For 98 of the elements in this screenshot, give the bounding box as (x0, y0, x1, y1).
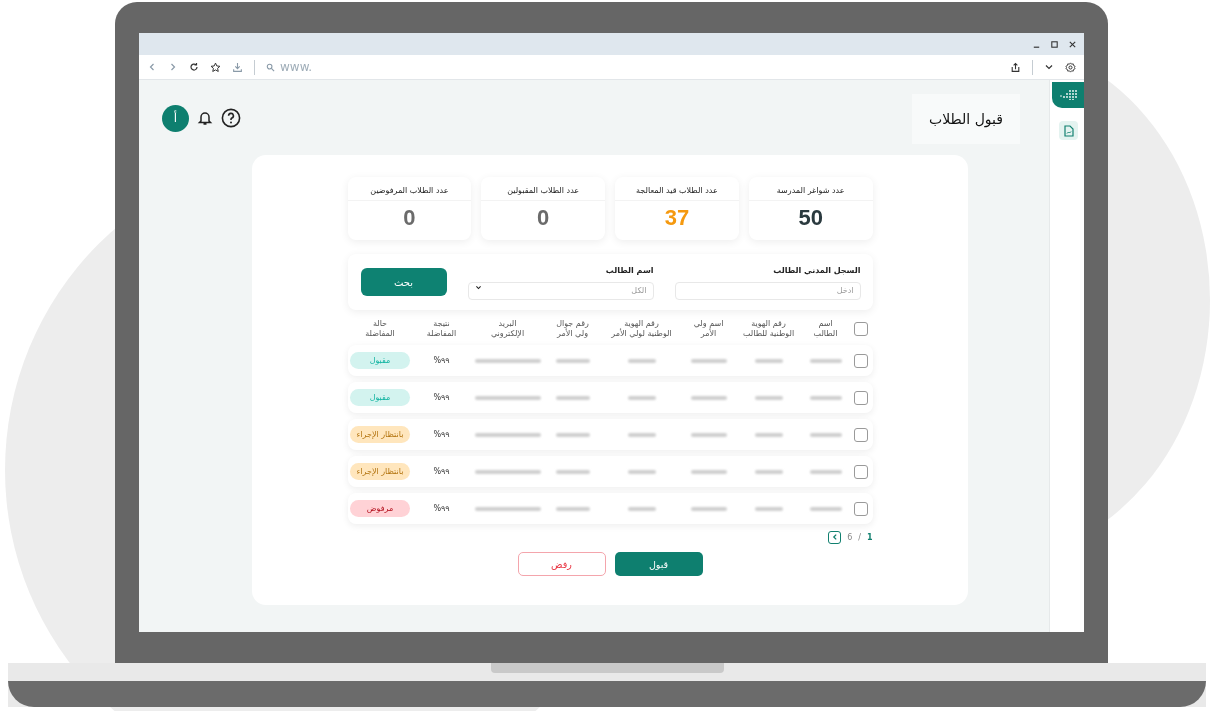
blurred-text (474, 358, 541, 363)
column-header: اسم الطالب (812, 319, 839, 339)
column-header: البريد الإلكتروني (489, 319, 526, 339)
blurred-text (474, 469, 541, 474)
blurred-text (555, 469, 590, 474)
status-badge: مقبول (350, 389, 410, 406)
blurred-text (690, 506, 727, 511)
stat-value: 0 (403, 205, 416, 231)
blurred-text (690, 469, 727, 474)
document-icon (1063, 124, 1074, 137)
blurred-text (809, 506, 842, 511)
dropdown-field[interactable]: الكل (467, 281, 654, 300)
blurred-text (809, 469, 842, 474)
column-header: رقم جوال ولي الأمر (555, 319, 590, 339)
blurred-text (809, 432, 842, 437)
blurred-text (754, 469, 783, 474)
accept-button[interactable]: قبول (614, 552, 703, 576)
table-row[interactable]: ٩٩% مقبول (347, 345, 873, 376)
chevron-left-icon (830, 533, 839, 541)
table-cell-text: ٩٩% (432, 467, 451, 476)
stat-label: عدد الطلاب المرفوضين (347, 177, 472, 201)
stat-label: عدد الطلاب قيد المعالجة (615, 177, 739, 201)
blurred-text (627, 506, 656, 511)
status-badge: بانتظار الإجراء (350, 463, 410, 480)
blurred-text (627, 469, 656, 474)
column-header: حالة المفاضلة (364, 319, 396, 339)
blurred-text (474, 432, 541, 437)
share-icon[interactable] (1010, 61, 1021, 73)
column-header: رقم الهوية الوطنية لولي الأمر (610, 319, 673, 339)
blurred-text (754, 395, 783, 400)
input-field[interactable]: ادخل (674, 281, 861, 300)
blurred-text (690, 395, 727, 400)
blurred-text (555, 432, 590, 437)
checkbox[interactable] (853, 464, 868, 479)
checkbox[interactable] (853, 322, 868, 336)
blurred-text (754, 358, 783, 363)
column-header: اسم ولي الأمر (692, 319, 725, 339)
download-icon[interactable] (232, 61, 243, 73)
page-number[interactable]: 1 (866, 532, 873, 542)
status-badge: مقبول (350, 352, 410, 369)
page-title: قبول الطلاب (929, 111, 1003, 127)
address-field[interactable]: www. (280, 60, 999, 74)
blurred-text (474, 506, 541, 511)
blurred-text (555, 358, 590, 363)
column-header: نتيجة المفاضلة (425, 319, 458, 339)
blurred-text (690, 358, 727, 363)
table-cell-text: ٩٩% (432, 430, 451, 439)
chevron-down-icon (474, 283, 482, 291)
search-button[interactable]: بحث (360, 268, 447, 296)
reject-button[interactable]: رفض (517, 552, 606, 576)
bell-icon[interactable] (197, 110, 213, 126)
table-row[interactable]: ٩٩% بانتظار الإجراء (347, 456, 873, 487)
stat-value: 37 (664, 205, 690, 231)
stat-label: عدد الطلاب المقبولين (481, 177, 605, 201)
page-separator: / (858, 532, 861, 542)
document-button[interactable] (1059, 121, 1078, 140)
status-badge: مرفوض (350, 500, 410, 517)
blurred-text (627, 395, 656, 400)
checkbox[interactable] (853, 501, 868, 516)
column-header: رقم الهوية الوطنية للطالب (741, 319, 796, 339)
table-row[interactable]: ٩٩% مقبول (347, 382, 873, 413)
blurred-text (809, 395, 842, 400)
table-row[interactable]: ٩٩% مرفوض (347, 493, 873, 524)
checkbox[interactable] (853, 390, 868, 405)
logo-tab[interactable] (1052, 82, 1084, 108)
blurred-text (627, 358, 656, 363)
chevron-down-icon[interactable] (1044, 62, 1054, 72)
blurred-text (555, 395, 590, 400)
status-badge: بانتظار الإجراء (350, 426, 410, 443)
blurred-text (690, 432, 727, 437)
blurred-text (555, 506, 590, 511)
stat-value: 50 (798, 205, 823, 231)
previous-page-button[interactable] (828, 530, 842, 544)
search-icon (266, 62, 275, 72)
maximize-icon[interactable] (1050, 39, 1059, 49)
blurred-text (754, 432, 783, 437)
field-label: السجل المدني الطالب (772, 266, 861, 275)
reload-icon[interactable] (189, 62, 199, 72)
settings-icon[interactable] (1065, 61, 1076, 73)
star-icon[interactable] (210, 61, 221, 73)
avatar-button[interactable]: أ (162, 104, 189, 132)
table-cell-text: ٩٩% (432, 504, 451, 513)
dots-logo-icon (1058, 90, 1078, 100)
table-row[interactable]: ٩٩% بانتظار الإجراء (347, 419, 873, 450)
table-cell-text: ٩٩% (432, 356, 451, 365)
blurred-text (474, 395, 541, 400)
stat-label: عدد شواغر المدرسة (748, 177, 873, 201)
help-icon[interactable] (221, 108, 241, 128)
page-total: 6 (847, 532, 853, 542)
field-label: اسم الطالب (604, 266, 654, 275)
blurred-text (627, 432, 656, 437)
close-icon[interactable] (1068, 39, 1077, 49)
blurred-text (809, 358, 842, 363)
stat-value: 0 (537, 205, 550, 231)
checkbox[interactable] (853, 427, 868, 442)
table-cell-text: ٩٩% (432, 393, 451, 402)
checkbox[interactable] (853, 353, 868, 368)
blurred-text (754, 506, 783, 511)
